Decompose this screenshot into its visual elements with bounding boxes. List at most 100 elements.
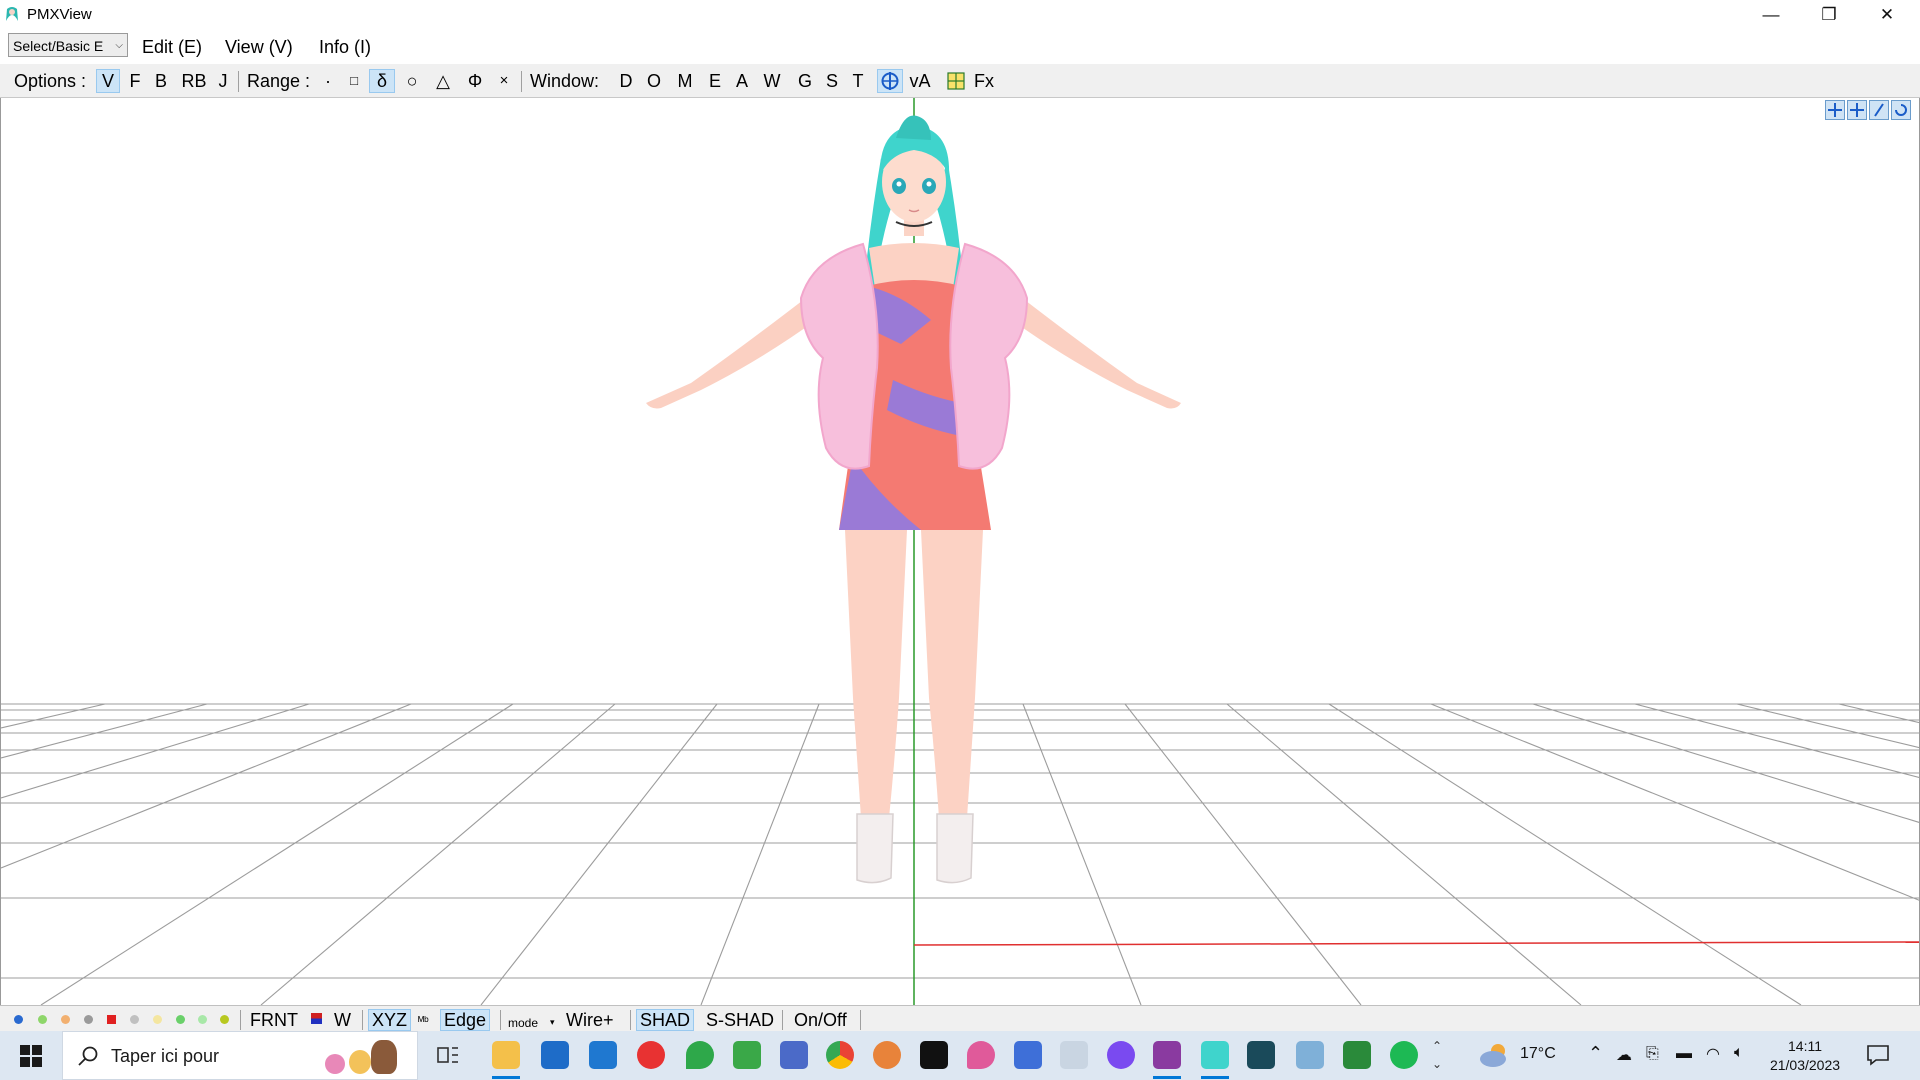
sims-icon[interactable]	[686, 1041, 714, 1069]
range-circle-button[interactable]: ○	[402, 69, 422, 93]
axis-display-icon[interactable]	[198, 1015, 207, 1024]
taskbar-search-box[interactable]: Taper ici pour	[62, 1031, 418, 1080]
option-b-toggle[interactable]: B	[152, 69, 170, 93]
menu-edit[interactable]: Edit (E)	[142, 37, 202, 58]
pan-view-button[interactable]	[1825, 100, 1845, 120]
title-bar: PMXView — ❐ ✕	[0, 0, 1920, 29]
mode-dropdown[interactable]: Select/Basic E ⌵	[8, 33, 128, 57]
window-o-button[interactable]: O	[644, 69, 664, 93]
taskbar-scroll-arrows[interactable]: ⌃ ⌄	[1432, 1037, 1442, 1073]
statusbar-divider	[362, 1010, 363, 1030]
window-m-button[interactable]: M	[674, 69, 696, 93]
color-app-icon[interactable]	[967, 1041, 995, 1069]
task-view-icon[interactable]	[436, 1043, 460, 1067]
ea-app-icon[interactable]	[637, 1041, 665, 1069]
cluster-app-icon[interactable]	[1296, 1041, 1324, 1069]
window-t-button[interactable]: T	[850, 69, 866, 93]
morph-display-icon[interactable]	[84, 1015, 93, 1024]
gizmo-toggle-button[interactable]	[877, 69, 903, 93]
window-d-button[interactable]: D	[617, 69, 635, 93]
pmxview-taskbar-icon[interactable]	[1201, 1041, 1229, 1069]
bone-display-icon[interactable]	[61, 1015, 70, 1024]
cloud-sync-icon[interactable]: ☁	[1616, 1045, 1632, 1065]
window-s-button[interactable]: S	[824, 69, 840, 93]
option-v-toggle[interactable]: V	[96, 69, 120, 93]
temperature-text[interactable]: 17°C	[1520, 1045, 1556, 1063]
netflix-icon[interactable]	[920, 1041, 948, 1069]
range-point-button[interactable]: ·	[320, 69, 336, 93]
toolbar: Options : V F B RB J Range : · □ δ ○ △ Φ…	[0, 64, 1920, 98]
chrome-icon[interactable]	[826, 1041, 854, 1069]
joint-display-icon[interactable]	[130, 1015, 139, 1024]
s4s-icon[interactable]	[1014, 1041, 1042, 1069]
zoom-view-button[interactable]	[1869, 100, 1889, 120]
w-toggle[interactable]: W	[334, 1009, 351, 1031]
range-triangle-button[interactable]: △	[432, 69, 454, 93]
sims-launcher-icon[interactable]	[733, 1041, 761, 1069]
microsoft-store-icon[interactable]	[541, 1041, 569, 1069]
option-f-toggle[interactable]: F	[126, 69, 144, 93]
fx-button[interactable]: Fx	[972, 69, 996, 93]
front-view-button[interactable]: FRNT	[250, 1009, 298, 1031]
toolbar-divider	[238, 71, 239, 92]
window-w-button[interactable]: W	[760, 69, 784, 93]
notifications-icon[interactable]	[1866, 1044, 1890, 1066]
tray-expand-icon[interactable]: ⌃	[1588, 1043, 1603, 1064]
clock-time: 14:11	[1788, 1038, 1822, 1054]
windows-start-icon[interactable]	[13, 1043, 49, 1069]
local-axis-display-icon[interactable]	[220, 1015, 229, 1024]
menu-view[interactable]: View (V)	[225, 37, 293, 58]
scene-canvas[interactable]	[1, 98, 1920, 1005]
grid-view-button[interactable]	[944, 69, 968, 93]
window-a-button[interactable]: A	[733, 69, 751, 93]
range-phi-button[interactable]: Φ	[464, 69, 486, 93]
vertex-display-icon[interactable]	[14, 1015, 23, 1024]
option-rb-toggle[interactable]: RB	[180, 69, 208, 93]
spotify-icon[interactable]	[1390, 1041, 1418, 1069]
shadow-toggle[interactable]: SHAD	[636, 1009, 695, 1031]
wifi-icon[interactable]: ◠	[1706, 1044, 1720, 1064]
restore-button[interactable]: ❐	[1800, 0, 1858, 29]
weather-cloud-icon[interactable]	[1478, 1041, 1512, 1069]
pmxe-icon[interactable]	[1153, 1041, 1181, 1069]
close-button[interactable]: ✕	[1858, 0, 1916, 29]
photo-editor-icon[interactable]	[780, 1041, 808, 1069]
self-shadow-toggle[interactable]: S-SHAD	[706, 1009, 774, 1031]
on-off-toggle[interactable]: On/Off	[794, 1009, 847, 1031]
range-clear-button[interactable]: ×	[495, 69, 513, 93]
messenger-icon[interactable]	[1107, 1041, 1135, 1069]
screen-capture-icon[interactable]	[1247, 1041, 1275, 1069]
minimize-button[interactable]: —	[1742, 0, 1800, 29]
plumbob-icon[interactable]	[1343, 1041, 1371, 1069]
rotate-view-button[interactable]	[1891, 100, 1911, 120]
audio-app-icon[interactable]	[873, 1041, 901, 1069]
edge-toggle[interactable]: Edge	[440, 1009, 491, 1031]
ik-display-icon[interactable]	[176, 1015, 185, 1024]
meet-now-icon[interactable]: ⎘	[1646, 1045, 1659, 1063]
volume-icon[interactable]: 🔈︎	[1734, 1044, 1744, 1062]
background-color-icon[interactable]	[311, 1013, 322, 1024]
rigidbody-display-icon[interactable]	[107, 1015, 116, 1024]
taskbar-clock[interactable]: 14:11 21/03/2023	[1768, 1037, 1842, 1075]
mail-icon[interactable]	[589, 1041, 617, 1069]
xyz-axis-toggle[interactable]: XYZ	[368, 1009, 412, 1031]
menu-info[interactable]: Info (I)	[319, 37, 371, 58]
3d-viewport[interactable]	[0, 98, 1920, 1005]
window-g-button[interactable]: G	[796, 69, 814, 93]
file-explorer-icon[interactable]	[492, 1041, 520, 1069]
battery-icon[interactable]: ▬	[1676, 1045, 1692, 1063]
active-indicator	[1153, 1076, 1181, 1079]
range-box-button[interactable]: □	[345, 69, 363, 93]
move-arrows-icon	[1828, 103, 1842, 117]
softbody-display-icon[interactable]	[153, 1015, 162, 1024]
active-indicator	[492, 1076, 520, 1079]
pen-tool-icon[interactable]	[1060, 1041, 1088, 1069]
mb-toggle-icon[interactable]: ᴹᵇ	[418, 1010, 429, 1032]
range-delta-button[interactable]: δ	[369, 69, 395, 93]
window-e-button[interactable]: E	[706, 69, 724, 93]
option-j-toggle[interactable]: J	[215, 69, 231, 93]
move-view-button[interactable]	[1847, 100, 1867, 120]
wire-toggle[interactable]: Wire+	[566, 1009, 614, 1031]
va-button[interactable]: vA	[906, 69, 934, 93]
material-display-icon[interactable]	[38, 1015, 47, 1024]
